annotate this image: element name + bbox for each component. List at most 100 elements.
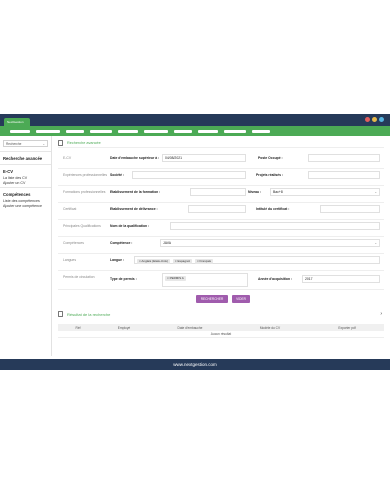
hire-date-input[interactable]: 04/08/2021 [162,154,246,162]
section-label: Expériences professionnelles [63,173,108,177]
results-header: Résultat de la recherche › [58,308,384,320]
field-label: Date d'embauche supérieur à : [110,156,160,160]
page-title: Recherche avancée [67,140,101,145]
footer: www.nextgestion.com [0,359,390,370]
sidebar-heading-ecv: E-CV [3,169,14,174]
column-header[interactable]: Exporter pdf [310,326,384,330]
main-content: Recherche avancée E-CV Date d'embauche s… [58,138,384,356]
results-table: Réf Employé Date d'embauche Modèle du CV… [58,324,384,338]
divider [0,187,51,189]
field-label: Année d'acquisition : [258,277,293,281]
sidebar-item-advanced-search[interactable]: Recherche avancée [0,154,51,162]
section-label: Certificat [63,207,77,211]
page-header: Recherche avancée [58,138,384,148]
chevron-down-icon: ⌄ [374,190,377,194]
field-label: Intitulé du certificat : [256,207,290,211]
skill-select-value: JAVA [163,241,171,245]
column-header[interactable]: Date d'embauche [150,326,230,330]
column-header[interactable]: Modèle du CV [230,326,310,330]
nav-item-6[interactable] [144,130,168,133]
document-icon [58,311,63,317]
form-actions: RECHERCHER VIDER [58,290,384,308]
chevron-right-icon[interactable]: › [380,311,382,317]
cert-institution-input[interactable] [188,205,246,213]
field-label: Etablissement de la formation : [110,190,161,194]
window-controls [365,117,384,122]
nav-item-7[interactable] [174,130,192,133]
sidebar-search-select[interactable]: Recherche ⌄ [3,140,48,147]
nav-item-2[interactable] [36,130,60,133]
cert-title-input[interactable] [320,205,380,213]
form-row-skills: Compétences Compétence : JAVA ⌄ [58,237,384,254]
maximize-dot[interactable] [379,117,384,122]
column-header[interactable]: Réf [58,326,98,330]
section-label: E-CV [63,156,72,160]
form-row-languages: Langues Langue : × Anglais (Etats-Unis) … [58,254,384,271]
empty-message: Aucun résultat [58,331,384,338]
sidebar-item-add-skill[interactable]: Ajouter une compétence [0,204,51,209]
sidebar-item-add-cv[interactable]: Ajouter un CV [0,180,51,185]
chevron-down-icon: ⌄ [42,142,45,146]
form-row-training: Formations professionnelles Etablissemen… [58,186,384,203]
field-label: Poste Occupé : [258,156,283,160]
nav-item-5[interactable] [118,130,138,133]
languages-multiselect[interactable]: × Anglais (Etats-Unis) × Espagnol × Fran… [134,256,380,264]
divider [0,164,51,165]
close-dot[interactable] [365,117,370,122]
position-input[interactable] [308,154,380,162]
sidebar-select-value: Recherche [6,142,22,146]
section-label: Formations professionnelles [63,190,106,194]
app-window: NextGestion Recherche ⌄ Recherche avancé… [0,114,390,370]
language-chip[interactable]: × Espagnol [172,259,192,264]
field-label: Niveau : [248,190,262,194]
section-label: Principales Qualifications [63,224,101,228]
top-navbar [0,126,390,136]
license-chip[interactable]: × PERMIS A [165,276,186,281]
nav-item-1[interactable] [10,130,30,133]
field-label: Nom de la qualification : [110,224,150,228]
field-label: Compétence : [110,241,133,245]
table-header: Réf Employé Date d'embauche Modèle du CV… [58,324,384,331]
window-titlebar: NextGestion [0,114,390,126]
chevron-down-icon: ⌄ [374,241,377,245]
reset-button[interactable]: VIDER [232,295,250,303]
divider [0,151,51,152]
minimize-dot[interactable] [372,117,377,122]
field-label: Projets réalisés : [256,173,284,177]
browser-tab[interactable]: NextGestion [4,118,30,126]
section-label: Langues [63,258,77,262]
license-multiselect[interactable]: × PERMIS A [162,273,248,287]
search-button[interactable]: RECHERCHER [196,295,228,303]
column-header[interactable]: Employé [98,326,150,330]
form-row-ecv: E-CV Date d'embauche supérieur à : 04/08… [58,152,384,169]
sidebar-heading-skills: Compétences [3,192,31,198]
section-label: Permis de circulation [63,275,95,279]
company-input[interactable] [132,171,246,179]
level-select[interactable]: Bac+8 ⌄ [270,188,380,196]
qualification-input[interactable] [170,222,380,230]
nav-item-3[interactable] [66,130,84,133]
nav-item-9[interactable] [224,130,246,133]
nav-item-8[interactable] [198,130,218,133]
field-label: Langue : [110,258,125,262]
training-institution-input[interactable] [190,188,246,196]
field-label: Type de permis : [110,277,137,281]
license-year-input[interactable]: 2017 [302,275,380,283]
form-row-experience: Expériences professionnelles Société : P… [58,169,384,186]
document-icon [58,139,63,146]
section-label: Compétences [63,241,84,245]
field-label: Société : [110,173,125,177]
nav-item-4[interactable] [90,130,112,133]
sidebar: Recherche ⌄ Recherche avancée E-CV La li… [0,136,52,356]
skill-select[interactable]: JAVA ⌄ [160,239,380,247]
language-chip[interactable]: × Anglais (Etats-Unis) [137,259,170,264]
field-label: Etablissement de délivrance : [110,207,158,211]
form-row-certificate: Certificat Etablissement de délivrance :… [58,203,384,220]
projects-input[interactable] [308,171,380,179]
level-select-value: Bac+8 [273,190,283,194]
results-title: Résultat de la recherche [67,311,111,317]
nav-item-10[interactable] [252,130,270,133]
form-row-license: Permis de circulation Type de permis : ×… [58,271,384,290]
form-row-qualification: Principales Qualifications Nom de la qua… [58,220,384,237]
language-chip[interactable]: × Français [194,259,214,264]
